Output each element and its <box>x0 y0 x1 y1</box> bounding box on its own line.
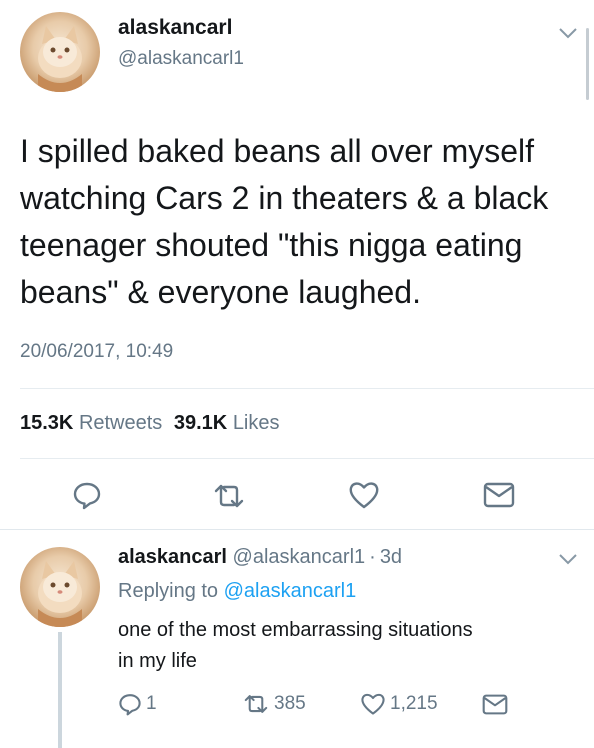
like-icon[interactable] <box>348 480 380 510</box>
tweet-stats: 15.3K Retweets 39.1K Likes <box>20 412 280 435</box>
retweet-action[interactable]: 385 <box>242 693 306 715</box>
tweet-text-line: teenager shouted "this nigga eating <box>20 227 523 263</box>
separator: · <box>369 546 376 568</box>
thread-line <box>58 632 62 748</box>
tweet-text-line: beans" & everyone laughed. <box>20 274 421 310</box>
likes-label[interactable]: Likes <box>233 412 280 434</box>
handle[interactable]: @alaskancarl1 <box>233 546 366 568</box>
like-action[interactable]: 1,215 <box>360 692 438 716</box>
tweet-text-line: watching Cars 2 in theaters & a black <box>20 180 549 216</box>
message-icon[interactable] <box>482 694 508 715</box>
scrollbar[interactable] <box>586 28 589 100</box>
avatar[interactable] <box>20 12 100 92</box>
timestamp[interactable]: 20/06/2017, 10:49 <box>20 341 173 363</box>
retweets-label[interactable]: Retweets <box>79 412 162 434</box>
display-name[interactable]: alaskancarl <box>118 546 227 568</box>
tweet-text: I spilled baked beans all over myself wa… <box>20 128 548 316</box>
cat-avatar-image <box>38 26 82 92</box>
likes-count[interactable]: 39.1K <box>174 412 227 434</box>
divider <box>20 458 594 459</box>
like-icon[interactable] <box>360 692 386 716</box>
reply-text-line: in my life <box>118 650 197 672</box>
handle[interactable]: @alaskancarl1 <box>118 48 244 70</box>
like-count: 1,215 <box>390 693 438 714</box>
reply-icon[interactable] <box>118 692 142 716</box>
divider <box>0 529 594 530</box>
reply-time[interactable]: 3d <box>380 546 402 568</box>
reply-text-line: one of the most embarrassing situations <box>118 619 473 641</box>
replying-to-label: Replying to <box>118 580 219 602</box>
retweet-icon[interactable] <box>212 482 246 510</box>
replying-to-handle-link[interactable]: @alaskancarl1 <box>224 580 357 602</box>
replying-to: Replying to @alaskancarl1 <box>118 580 356 603</box>
retweets-count[interactable]: 15.3K <box>20 412 73 434</box>
message-icon[interactable] <box>483 482 515 508</box>
retweet-count: 385 <box>274 693 306 714</box>
reply-text: one of the most embarrassing situations … <box>118 615 473 677</box>
reply-count: 1 <box>146 693 157 714</box>
avatar[interactable] <box>20 547 100 627</box>
retweet-icon[interactable] <box>242 693 270 715</box>
divider <box>20 388 594 389</box>
reply-header: alaskancarl @alaskancarl1 · 3d <box>118 546 402 569</box>
cat-avatar-image <box>38 561 82 627</box>
chevron-down-icon[interactable] <box>558 27 578 39</box>
tweet-text-line: I spilled baked beans all over myself <box>20 133 535 169</box>
reply-icon[interactable] <box>72 480 102 510</box>
reply-action[interactable]: 1 <box>118 692 157 716</box>
chevron-down-icon[interactable] <box>558 553 578 565</box>
display-name[interactable]: alaskancarl <box>118 16 232 40</box>
